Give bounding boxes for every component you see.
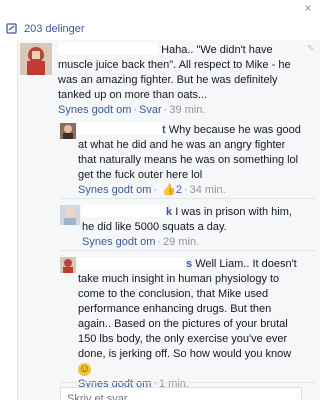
reply-input[interactable] — [65, 390, 289, 400]
shares-count[interactable]: 203 delinger — [24, 23, 85, 35]
comment-thread: Haha.. "We didn't have muscle juice back… — [17, 40, 320, 400]
divider — [60, 198, 316, 199]
reply-link[interactable]: Svar — [139, 104, 162, 116]
comment-body: t Why because he was good at what he did… — [78, 123, 306, 198]
author-name-fragment[interactable]: s — [186, 257, 192, 272]
like-link[interactable]: Synes godt om — [58, 104, 131, 116]
smiley-emoji: ☺ — [78, 363, 91, 376]
timestamp[interactable]: 29 min. — [163, 236, 199, 248]
like-thumb-icon: 👍 — [162, 184, 176, 196]
shares-row[interactable]: 203 delinger — [0, 18, 320, 40]
author-name-redacted[interactable] — [78, 257, 186, 269]
author-name-redacted[interactable] — [78, 123, 162, 135]
close-icon[interactable]: × — [302, 2, 314, 14]
divider — [60, 250, 316, 251]
reply-composer[interactable] — [60, 387, 302, 400]
edit-pencil-icon[interactable]: ✎ — [307, 43, 315, 54]
avatar[interactable] — [60, 257, 76, 273]
author-name-redacted[interactable] — [58, 43, 158, 55]
avatar[interactable] — [20, 43, 52, 75]
comment-body: k I was in prison with him, he did like … — [82, 205, 306, 250]
comment-body: s Well Liam.. It doesn't take much insig… — [78, 257, 306, 392]
like-link[interactable]: Synes godt om — [82, 236, 155, 248]
comment-meta: Synes godt om · 👍2 · 34 min. — [78, 184, 226, 196]
comment-text: Well Liam.. It doesn't take much insight… — [78, 258, 297, 360]
avatar[interactable] — [60, 123, 76, 139]
timestamp[interactable]: 39 min. — [169, 104, 205, 116]
author-name-fragment[interactable]: k — [166, 205, 172, 220]
author-name-redacted[interactable] — [82, 205, 166, 217]
comment-meta: Synes godt om · Svar · 39 min. — [58, 104, 206, 116]
divider — [60, 382, 316, 383]
avatar[interactable] — [60, 205, 80, 225]
like-link[interactable]: Synes godt om — [78, 184, 151, 196]
comment-body: Haha.. "We didn't have muscle juice back… — [58, 43, 308, 118]
comment-meta: Synes godt om · 29 min. — [82, 236, 200, 248]
share-icon — [6, 23, 17, 34]
comment-panel: × 203 delinger Haha.. "We didn't have mu… — [0, 0, 320, 400]
timestamp[interactable]: 34 min. — [190, 184, 226, 196]
author-name-fragment[interactable]: t — [162, 123, 166, 138]
